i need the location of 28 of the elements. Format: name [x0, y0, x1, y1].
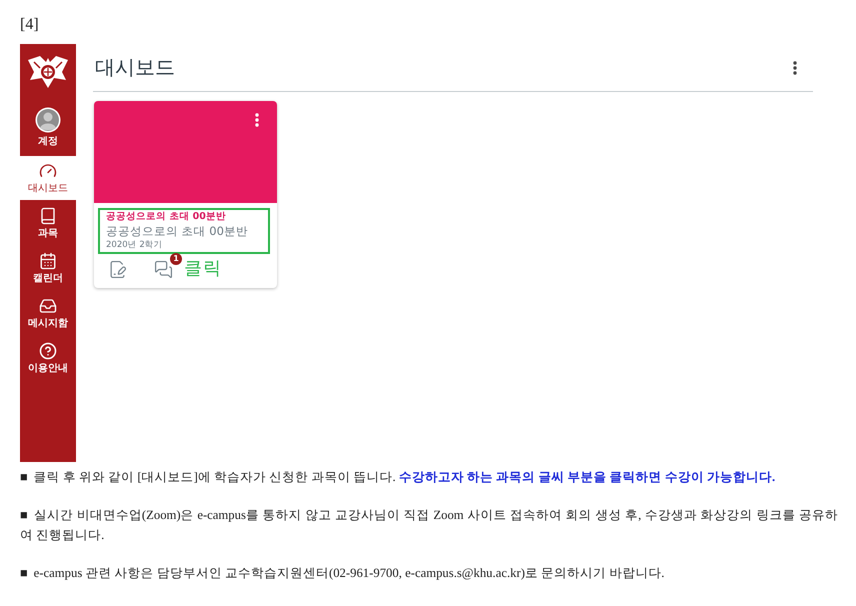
gauge-icon	[39, 162, 57, 180]
inbox-icon	[39, 296, 57, 314]
page-number: [4]	[20, 15, 39, 35]
calendar-icon	[39, 252, 57, 270]
page-title: 대시보드	[95, 54, 175, 81]
kebab-icon	[793, 60, 797, 74]
sidebar-item[interactable]: 이용안내	[20, 336, 76, 380]
sidebar-item[interactable]: 대시보드	[20, 156, 76, 200]
sidebar-item[interactable]: 과목	[20, 201, 76, 245]
avatar-icon	[35, 107, 61, 133]
discussions-button[interactable]	[152, 258, 174, 280]
note-text: ■ 실시간 비대면수업(Zoom)은 e-campus를 통하지 않고 교강사님이 직접 Zoom 사이트 접속하여 회의 생성 후, 수강생과 화상강의 링크를 공유하여 진행됩니다.	[20, 507, 838, 544]
document-pencil-icon	[108, 260, 126, 278]
sidebar-item[interactable]: 메시지함	[20, 291, 76, 335]
course-subtitle: 공공성으로의 초대 00분반	[106, 224, 248, 239]
click-callout-text: 클릭	[184, 258, 222, 280]
kebab-icon	[255, 113, 259, 127]
course-card[interactable]: 공공성으로의 초대 00분반 공공성으로의 초대 00분반 2020년 2학기 1 클릭	[94, 101, 277, 288]
sidebar-item[interactable]: 계정	[20, 100, 76, 155]
chat-bubbles-icon	[154, 260, 172, 278]
course-term: 2020년 2학기	[106, 240, 163, 251]
book-icon	[39, 206, 57, 224]
note-text: ■ e-campus 관련 사항은 담당부서인 교수학습지원센터(02-961-9700, e-campus.s@khu.ac.kr)로 문의하시기 바랍니다.	[20, 565, 666, 582]
sidebar-item[interactable]: 캘린더	[20, 246, 76, 290]
note-text: ■ 클릭 후 위와 같이 [대시보드]에 학습자가 신청한 과목이 뜹니다. 수강하고자 하는 과목의 글씨 부분을 클릭하면 수강이 가능합니다.	[20, 469, 776, 486]
course-title-link[interactable]: 공공성으로의 초대 00분반	[106, 211, 226, 223]
help-icon	[39, 342, 57, 360]
unread-badge: 1	[170, 253, 182, 265]
